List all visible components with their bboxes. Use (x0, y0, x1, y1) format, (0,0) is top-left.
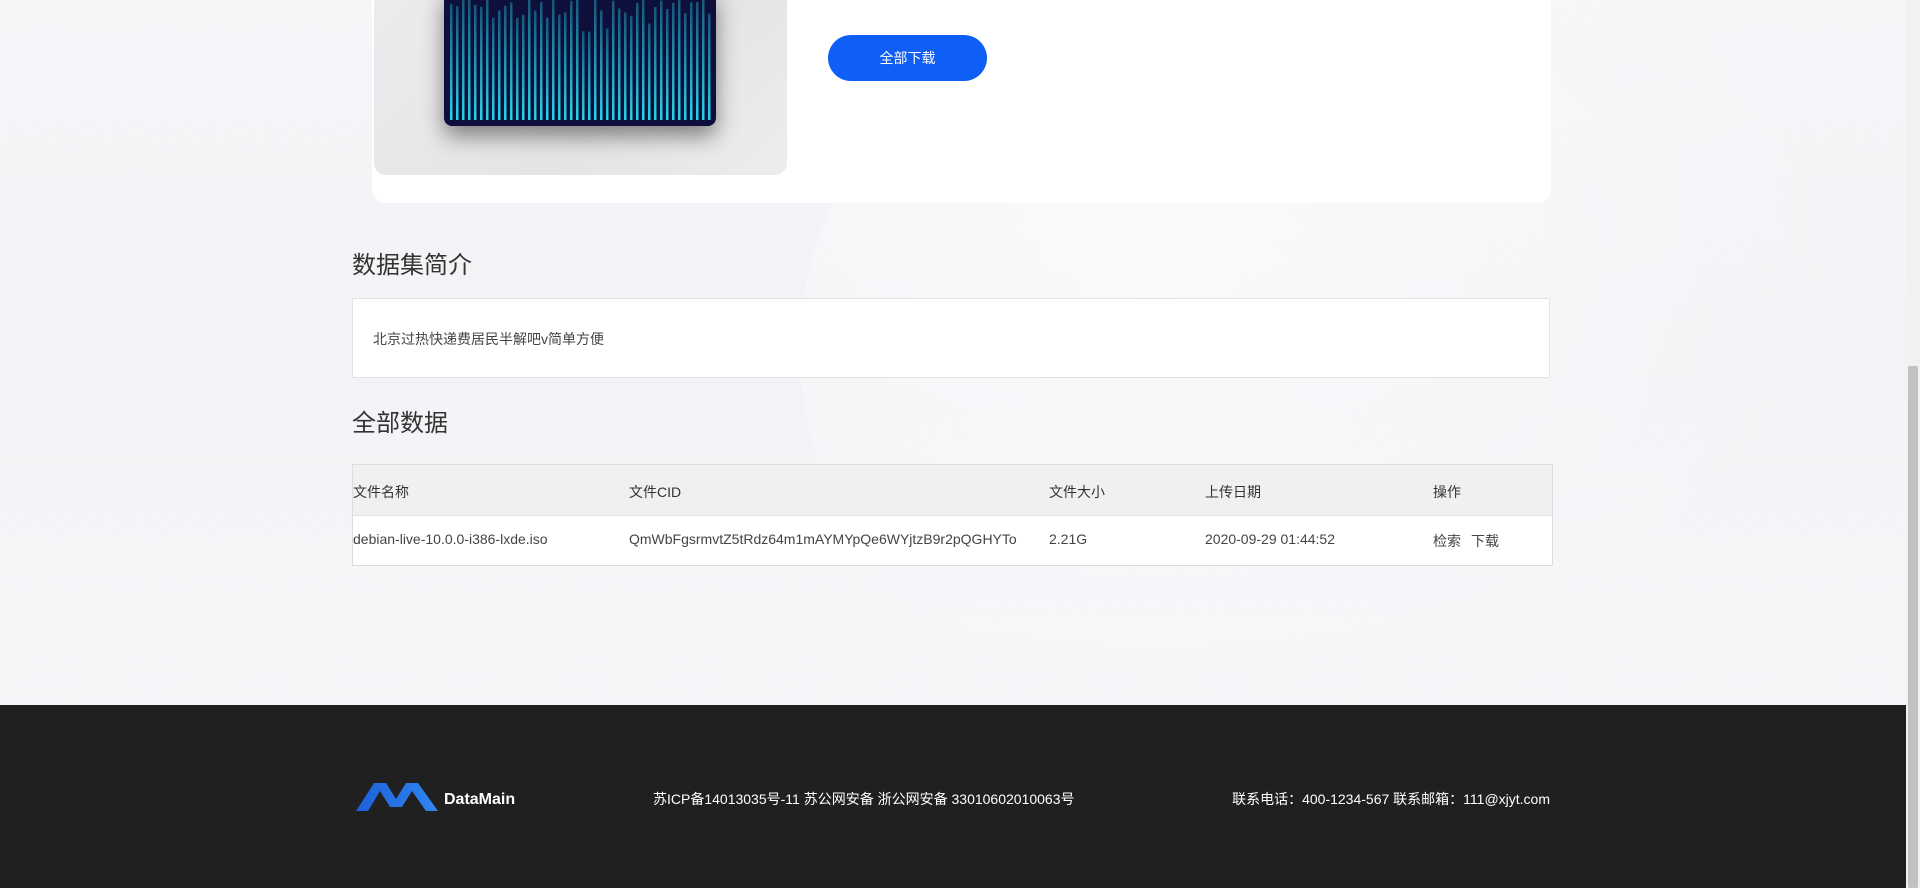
cover-bar (606, 28, 609, 120)
cover-bar (600, 10, 603, 120)
cover-bar (672, 2, 675, 120)
cover-bar (588, 31, 591, 120)
file-size: 2.21G (1049, 531, 1088, 547)
dataset-cover-image (444, 0, 716, 126)
files-table: 文件名称 文件CID 文件大小 上传日期 操作 debian-live-10.0… (352, 464, 1553, 566)
cover-bar (696, 2, 699, 120)
footer-brand: DataMain (444, 791, 516, 808)
cover-bar (492, 17, 495, 120)
cover-bar (684, 13, 687, 121)
cover-bar (510, 2, 513, 120)
cover-bar (678, 0, 681, 121)
cover-bar (582, 31, 585, 120)
cover-bar (624, 12, 627, 120)
cover-bar (462, 0, 465, 121)
dataset-cover-frame (374, 0, 787, 175)
cover-bar (630, 15, 633, 121)
col-header-size: 文件大小 (1049, 484, 1105, 500)
cover-bar (486, 0, 489, 121)
cover-bar (618, 8, 621, 120)
cover-bar (450, 4, 453, 120)
cover-bar (654, 6, 657, 120)
cover-bar (708, 13, 711, 120)
footer-icp: 苏ICP备14013035号-11 苏公网安备 浙公网安备 3301060201… (653, 791, 1075, 807)
cover-bar (474, 4, 477, 121)
cover-bar (498, 10, 501, 120)
cover-bar (528, 0, 531, 120)
cover-bar (540, 2, 543, 120)
cover-bar (504, 5, 507, 121)
cover-bar (546, 17, 549, 120)
cover-bar (690, 2, 693, 120)
cover-bar (480, 6, 483, 120)
scrollbar-thumb[interactable] (1908, 366, 1918, 888)
cover-bar (648, 23, 651, 120)
download-link[interactable]: 下载 (1471, 531, 1499, 551)
cover-bar (564, 12, 567, 120)
cover-bar (660, 0, 663, 120)
download-all-button[interactable]: 全部下载 (828, 35, 987, 81)
cover-bars-graphic (450, 0, 711, 121)
cover-bar (666, 8, 669, 120)
cover-bar (576, 0, 579, 121)
intro-box: 北京过热快递费居民半解吧v简单方便 (352, 298, 1550, 378)
file-name: debian-live-10.0.0-i386-lxde.iso (353, 531, 548, 547)
cover-bar (594, 0, 597, 121)
col-header-date: 上传日期 (1205, 484, 1261, 500)
data-section-title: 全部数据 (352, 410, 448, 437)
cover-bar (456, 6, 459, 120)
footer: DataMain 苏ICP备14013035号-11 苏公网安备 浙公网安备 3… (0, 705, 1906, 888)
footer-contact: 联系电话：400-1234-567 联系邮箱：111@xjyt.com (1232, 791, 1550, 807)
cover-bar (570, 0, 573, 120)
col-header-actions: 操作 (1433, 484, 1461, 500)
cover-bar (468, 0, 471, 121)
datamain-logo-icon (356, 783, 438, 811)
cover-bar (534, 10, 537, 121)
cover-bar (516, 17, 519, 121)
col-header-cid: 文件CID (629, 484, 682, 500)
table-header: 文件名称 文件CID 文件大小 上传日期 操作 (353, 465, 1552, 516)
file-cid: QmWbFgsrmvtZ5tRdz64m1mAYMYpQe6WYjtzB9r2p… (629, 531, 1017, 547)
file-date: 2020-09-29 01:44:52 (1205, 531, 1335, 547)
intro-text: 北京过热快递费居民半解吧v简单方便 (373, 331, 604, 347)
col-header-name: 文件名称 (353, 484, 409, 500)
intro-title: 数据集简介 (352, 252, 472, 279)
cover-bar (522, 14, 525, 120)
page-scrollbar[interactable] (1906, 0, 1920, 888)
cover-bar (642, 0, 645, 120)
cover-bar (552, 0, 555, 120)
cover-bar (636, 2, 639, 121)
cover-bar (612, 0, 615, 121)
footer-logo[interactable]: DataMain (356, 781, 515, 811)
cover-bar (558, 14, 561, 121)
cover-bar (702, 0, 705, 121)
search-link[interactable]: 检索 (1433, 531, 1461, 551)
